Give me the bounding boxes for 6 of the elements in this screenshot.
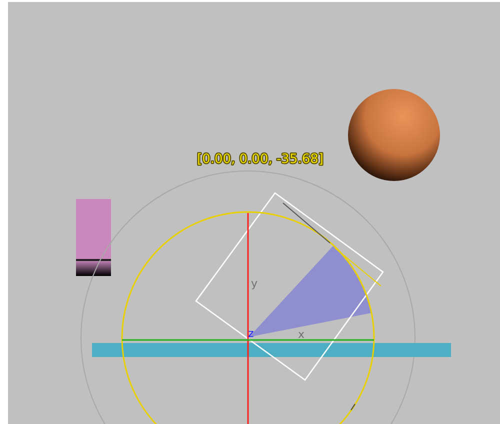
- tick-mark: [350, 404, 356, 410]
- tangent-line: [334, 248, 382, 286]
- axis-label: y: [251, 277, 258, 290]
- axis-label: z: [248, 327, 254, 340]
- axis-label: x: [298, 328, 305, 341]
- rotation-readout: [0.00, 0.00, -35.68]: [197, 152, 324, 167]
